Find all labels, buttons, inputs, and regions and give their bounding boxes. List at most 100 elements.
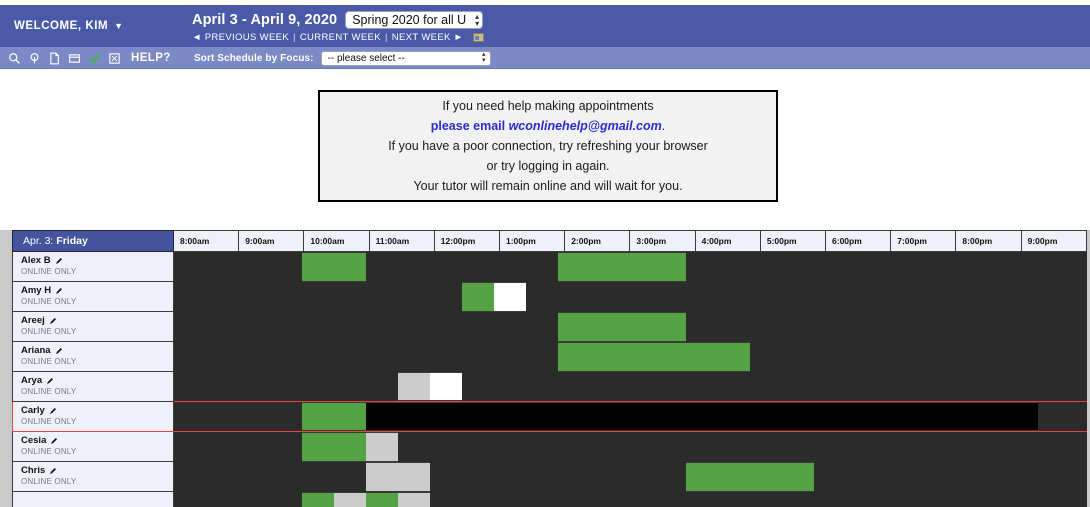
pencil-icon[interactable] (55, 287, 63, 295)
slot-green[interactable] (557, 311, 622, 342)
term-select[interactable]: Spring 2020 for all U ▴ ▾ (345, 11, 484, 29)
hour-header-1200pm: 12:00pm (433, 230, 501, 252)
window-icon[interactable] (68, 52, 81, 65)
pencil-icon[interactable] (55, 347, 63, 355)
pencil-icon[interactable] (55, 257, 63, 265)
help-email-address[interactable]: wconlinehelp@gmail.com (509, 119, 662, 133)
welcome-label: WELCOME, KIM (14, 20, 109, 32)
slot-green[interactable] (685, 461, 750, 492)
slot-background (174, 462, 1087, 492)
pencil-icon[interactable] (50, 437, 58, 445)
search-icon[interactable] (8, 52, 21, 65)
schedule-table: Apr. 3: Friday 8:00am 9:00am 10:00am 11:00a… (12, 230, 1088, 507)
week-range-title: April 3 - April 9, 2020 (192, 12, 338, 28)
chevron-down-icon: ▼ (114, 21, 124, 31)
document-icon[interactable] (48, 52, 61, 65)
table-row: Arya ONLINE ONLY (12, 371, 1087, 402)
slot-green[interactable] (365, 491, 398, 507)
help-line-5: Your tutor will remain online and will w… (413, 179, 683, 193)
nav-separator-1: | (293, 32, 296, 43)
slot-green[interactable] (461, 281, 494, 312)
stepper-icon: ▴ ▾ (475, 12, 480, 28)
slot-green[interactable] (557, 252, 622, 282)
sort-schedule-label: Sort Schedule by Focus: (194, 52, 314, 64)
tutor-name-cell[interactable]: Carly ONLINE ONLY (12, 401, 174, 432)
sort-focus-select[interactable]: -- please select -- ▴ ▾ (320, 50, 491, 66)
hour-header-200pm: 2:00pm (564, 230, 631, 252)
help-email-prefix: please email (430, 119, 509, 133)
slot-background (174, 282, 1087, 312)
pencil-icon[interactable] (46, 377, 54, 385)
week-navigation-block: April 3 - April 9, 2020 Spring 2020 for … (192, 11, 485, 43)
pencil-icon[interactable] (49, 317, 57, 325)
tutor-name-cell[interactable] (12, 491, 174, 507)
nav-separator-2: | (384, 32, 388, 43)
tutor-name: Carly (21, 405, 173, 416)
slot-gray (365, 432, 398, 462)
slot-green[interactable] (717, 341, 750, 372)
tutor-name-cell[interactable]: Amy H ONLINE ONLY (12, 281, 174, 312)
slot-green[interactable] (621, 341, 686, 372)
tutor-status: ONLINE ONLY (21, 447, 77, 456)
tutor-name-cell[interactable]: Arya ONLINE ONLY (12, 371, 174, 402)
slot-green[interactable] (557, 341, 622, 372)
day-name: Friday (56, 235, 88, 247)
tutor-slot-row[interactable] (173, 491, 1087, 507)
slot-green[interactable] (301, 402, 334, 431)
slot-green[interactable] (621, 252, 686, 282)
slot-green[interactable] (749, 461, 814, 492)
hour-header-500pm: 5:00pm (759, 230, 827, 252)
slot-green[interactable] (621, 311, 654, 342)
checkmark-icon[interactable] (88, 52, 101, 65)
hour-header-700pm: 7:00pm (890, 230, 957, 252)
sort-schedule-control: Sort Schedule by Focus: -- please select… (194, 47, 491, 69)
table-row: Cesia ONLINE ONLY (12, 431, 1087, 462)
tutor-status: ONLINE ONLY (21, 357, 77, 366)
tutor-slot-row[interactable] (173, 281, 1087, 312)
day-date-prefix: Apr. 3: (23, 235, 57, 247)
tutor-name-cell[interactable]: Alex B ONLINE ONLY (12, 251, 174, 282)
slot-green[interactable] (301, 252, 366, 282)
slot-green[interactable] (301, 432, 366, 462)
slot-gray (333, 491, 366, 507)
help-line-email: please email wconlinehelp@gmail.com. (431, 119, 666, 133)
table-row: Carly ONLINE ONLY (12, 401, 1087, 432)
help-link[interactable]: HELP? (131, 52, 171, 64)
slot-green[interactable] (333, 402, 366, 431)
boxed-x-icon[interactable] (108, 52, 121, 65)
tutor-slot-row[interactable] (173, 461, 1087, 492)
hour-header-100pm: 1:00pm (498, 230, 566, 252)
tutor-slot-row[interactable] (173, 401, 1087, 432)
lightbulb-icon[interactable] (28, 52, 41, 65)
next-week-link[interactable]: NEXT WEEK ► (392, 32, 464, 43)
tutor-name-cell[interactable]: Cesia ONLINE ONLY (12, 431, 174, 462)
hour-header-1000am: 10:00am (303, 230, 370, 252)
current-week-link[interactable]: CURRENT WEEK (300, 32, 381, 43)
table-row: Areej ONLINE ONLY (12, 311, 1087, 342)
tutor-name-cell[interactable]: Areej ONLINE ONLY (12, 311, 174, 342)
slot-green[interactable] (685, 341, 718, 372)
tutor-status: ONLINE ONLY (21, 327, 77, 336)
tutor-slot-row[interactable] (173, 371, 1087, 402)
tutor-name-cell[interactable]: Chris ONLINE ONLY (12, 461, 174, 492)
slot-green[interactable] (301, 491, 334, 507)
tutor-name: Chris (21, 465, 173, 476)
tutor-status: ONLINE ONLY (21, 477, 77, 486)
welcome-menu[interactable]: WELCOME, KIM ▼ (14, 20, 124, 32)
help-line-3: If you have a poor connection, try refre… (388, 139, 708, 153)
tutor-name: Areej (21, 315, 173, 326)
hour-header-600pm: 6:00pm (825, 230, 892, 252)
slot-gray (397, 461, 430, 492)
tutor-slot-row[interactable] (173, 431, 1087, 462)
calendar-thumbnail-icon[interactable] (473, 33, 485, 42)
hour-header-800pm: 8:00pm (955, 230, 1022, 252)
tutor-name-cell[interactable]: Ariana ONLINE ONLY (12, 341, 174, 372)
previous-week-link[interactable]: ◄ PREVIOUS WEEK (192, 32, 289, 43)
tutor-slot-row[interactable] (173, 311, 1087, 342)
slot-white (493, 281, 526, 312)
pencil-icon[interactable] (49, 407, 57, 415)
tutor-slot-row[interactable] (173, 251, 1087, 282)
tutor-slot-row[interactable] (173, 341, 1087, 372)
slot-green[interactable] (653, 311, 686, 342)
pencil-icon[interactable] (49, 467, 57, 475)
